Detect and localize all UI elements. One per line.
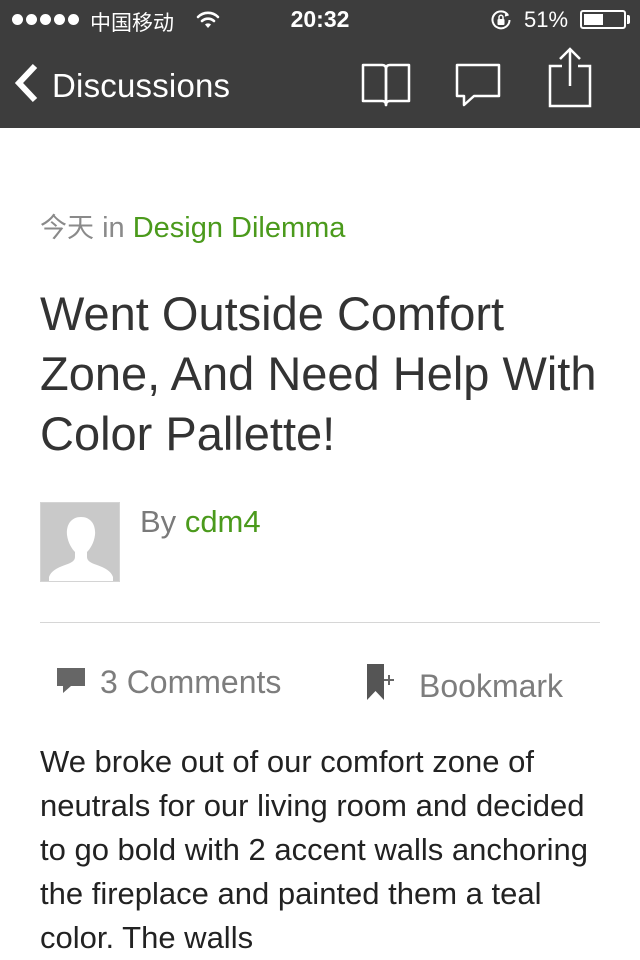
speech-bubble-icon[interactable] bbox=[454, 62, 502, 113]
book-icon[interactable] bbox=[360, 62, 412, 113]
chevron-left-icon bbox=[14, 62, 40, 109]
byline: By cdm4 bbox=[140, 504, 261, 540]
category-link[interactable]: Design Dilemma bbox=[133, 212, 346, 244]
comments-button[interactable]: 3 Comments bbox=[56, 662, 281, 702]
bookmark-label: Bookmark bbox=[419, 667, 564, 704]
bookmark-button[interactable]: Bookmark bbox=[365, 662, 563, 710]
post-date: 今天 bbox=[40, 213, 94, 244]
battery-fill bbox=[584, 14, 603, 25]
avatar[interactable] bbox=[40, 502, 120, 582]
rotation-lock-icon bbox=[490, 9, 512, 37]
navigation-bar: Discussions bbox=[0, 40, 640, 128]
back-button-label: Discussions bbox=[52, 66, 231, 104]
post-meta: 今天 in Design Dilemma bbox=[40, 206, 345, 245]
battery-icon bbox=[580, 10, 626, 29]
comment-icon bbox=[56, 662, 86, 702]
comments-label: 3 Comments bbox=[100, 663, 282, 700]
top-bar: 中国移动 20:32 51% Discussions bbox=[0, 0, 640, 128]
status-bar: 中国移动 20:32 51% bbox=[0, 0, 640, 40]
battery-percentage: 51% bbox=[524, 7, 569, 32]
post-body: We broke out of our comfort zone of neut… bbox=[40, 744, 588, 955]
divider bbox=[40, 622, 600, 623]
share-icon[interactable] bbox=[546, 46, 594, 113]
default-user-icon bbox=[41, 503, 119, 581]
back-button[interactable]: Discussions bbox=[14, 62, 230, 109]
by-word: By bbox=[140, 504, 177, 539]
in-word: in bbox=[102, 212, 125, 244]
post-title: Went Outside Comfort Zone, And Need Help… bbox=[40, 287, 597, 460]
bookmark-add-icon bbox=[365, 662, 395, 710]
author-link[interactable]: cdm4 bbox=[185, 504, 261, 539]
